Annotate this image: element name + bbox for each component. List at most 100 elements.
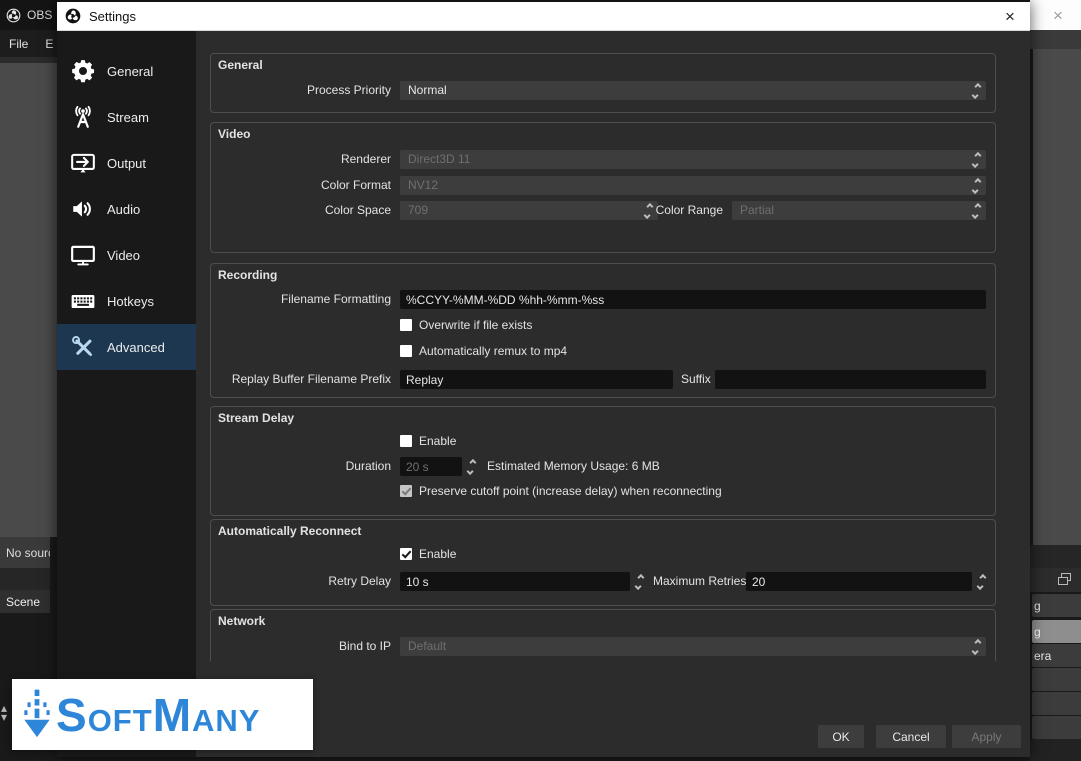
duration-label: Duration: [211, 457, 391, 476]
replay-prefix-label: Replay Buffer Filename Prefix: [211, 370, 391, 389]
sidebar-item-audio[interactable]: Audio: [57, 186, 196, 232]
remux-label: Automatically remux to mp4: [419, 344, 567, 358]
bind-ip-select: Default: [400, 637, 986, 656]
tools-icon: [70, 334, 96, 360]
monitor-arrow-icon: [70, 150, 96, 176]
sidebar-item-advanced[interactable]: Advanced: [57, 324, 196, 370]
duplicate-window-icon[interactable]: [1058, 573, 1072, 585]
menu-file[interactable]: File: [9, 37, 28, 51]
sidebar-item-general[interactable]: General: [57, 48, 196, 94]
settings-scroll-area[interactable]: General Process Priority Normal Video Re…: [203, 41, 1030, 661]
obs-logo-icon: [65, 8, 81, 24]
section-video: Video Renderer Direct3D 11 Color Format …: [210, 122, 996, 253]
sidebar-item-label: Video: [107, 248, 140, 263]
screenshot-root: OBS File E No sourc Scene ▴▾ × g g era: [0, 0, 1081, 761]
chevron-updown-icon[interactable]: [974, 572, 989, 591]
retry-delay-spinbox[interactable]: [400, 572, 630, 591]
logo-letter: M: [153, 692, 192, 738]
dialog-title: Settings: [89, 9, 136, 24]
settings-sidebar: General Stream: [57, 31, 196, 757]
sidebar-item-label: Output: [107, 156, 146, 171]
filename-formatting-input[interactable]: [400, 290, 986, 309]
sidebar-item-hotkeys[interactable]: Hotkeys: [57, 278, 196, 324]
sidebar-item-label: General: [107, 64, 153, 79]
main-menubar: File E: [0, 30, 57, 57]
process-priority-label: Process Priority: [211, 81, 391, 100]
filename-formatting-label: Filename Formatting: [211, 290, 391, 309]
chevron-updown-icon[interactable]: [632, 572, 647, 591]
menu-edit[interactable]: E: [45, 37, 53, 51]
overwrite-checkbox[interactable]: [400, 319, 412, 331]
behind-window-close-icon[interactable]: ×: [1047, 5, 1069, 27]
replay-prefix-input[interactable]: [400, 370, 673, 389]
no-sources-message: No sourc: [0, 537, 50, 568]
memory-usage-text: Estimated Memory Usage: 6 MB: [487, 457, 660, 476]
color-format-label: Color Format: [211, 176, 391, 195]
section-title: Recording: [218, 268, 277, 282]
chevron-updown-icon[interactable]: [464, 457, 479, 476]
sidebar-item-stream[interactable]: Stream: [57, 94, 196, 140]
section-title: Network: [218, 614, 265, 628]
sidebar-item-label: Audio: [107, 202, 140, 217]
keyboard-icon: [70, 288, 96, 314]
behind-window-band: [1030, 30, 1081, 49]
stream-delay-enable-label: Enable: [419, 434, 456, 448]
controls-button-6[interactable]: [1032, 716, 1081, 739]
close-icon[interactable]: ×: [998, 6, 1022, 28]
ok-button[interactable]: OK: [818, 725, 864, 748]
reconnect-enable-label: Enable: [419, 547, 456, 561]
controls-button-4[interactable]: [1032, 668, 1081, 691]
download-arrow-icon: [18, 686, 56, 744]
renderer-value: Direct3D 11: [408, 152, 470, 166]
max-retries-spinbox[interactable]: [746, 572, 972, 591]
section-title: General: [218, 58, 263, 72]
cancel-button[interactable]: Cancel: [876, 725, 946, 748]
right-dock-gap: [1030, 545, 1081, 568]
suffix-input[interactable]: [715, 370, 986, 389]
controls-button-1[interactable]: g: [1032, 594, 1081, 617]
stream-delay-enable-checkbox[interactable]: [400, 435, 412, 447]
settings-titlebar: Settings ×: [57, 2, 1030, 31]
renderer-select: Direct3D 11: [400, 150, 986, 169]
color-range-label: Color Range: [543, 201, 723, 220]
controls-button-3[interactable]: era: [1032, 644, 1081, 667]
settings-dialog: Settings × General: [57, 2, 1030, 757]
section-general: General Process Priority Normal: [210, 53, 996, 113]
section-title: Automatically Reconnect: [218, 524, 361, 538]
suffix-label: Suffix: [681, 370, 711, 389]
monitor-icon: [70, 242, 96, 268]
bind-ip-value: Default: [408, 639, 446, 653]
sidebar-item-output[interactable]: Output: [57, 140, 196, 186]
speaker-icon: [70, 196, 96, 222]
remux-checkbox[interactable]: [400, 345, 412, 357]
scene-list-item[interactable]: Scene: [0, 590, 50, 613]
process-priority-select[interactable]: Normal: [400, 81, 986, 100]
color-format-select: NV12: [400, 176, 986, 195]
reconnect-enable-checkbox[interactable]: [400, 548, 412, 560]
color-range-value: Partial: [740, 203, 774, 217]
gear-icon: [70, 58, 96, 84]
sidebar-item-label: Advanced: [107, 340, 165, 355]
preserve-cutoff-checkbox: [400, 485, 412, 497]
chevron-updown-icon: [969, 201, 984, 220]
color-space-label: Color Space: [211, 201, 391, 220]
sidebar-item-label: Stream: [107, 110, 149, 125]
color-space-value: 709: [408, 203, 428, 217]
logo-letter: ANY: [192, 705, 260, 736]
softmany-watermark: S OFT M ANY: [12, 679, 313, 750]
antenna-icon: [70, 104, 96, 130]
retry-delay-label: Retry Delay: [211, 572, 391, 591]
preview-area-left: [0, 57, 57, 537]
section-recording: Recording Filename Formatting Overwrite …: [210, 263, 996, 398]
chevron-updown-icon: [969, 150, 984, 169]
controls-button-2[interactable]: g: [1032, 620, 1081, 643]
sidebar-item-video[interactable]: Video: [57, 232, 196, 278]
section-network: Network Bind to IP Default: [210, 609, 996, 661]
controls-dock-header: [1030, 568, 1081, 592]
logo-letter: OFT: [88, 705, 153, 736]
chevron-updown-icon: [969, 81, 984, 100]
bind-ip-label: Bind to IP: [211, 637, 391, 656]
controls-button-5[interactable]: [1032, 692, 1081, 715]
main-window-titlebar: OBS: [0, 0, 57, 30]
max-retries-label: Maximum Retries: [653, 572, 746, 591]
